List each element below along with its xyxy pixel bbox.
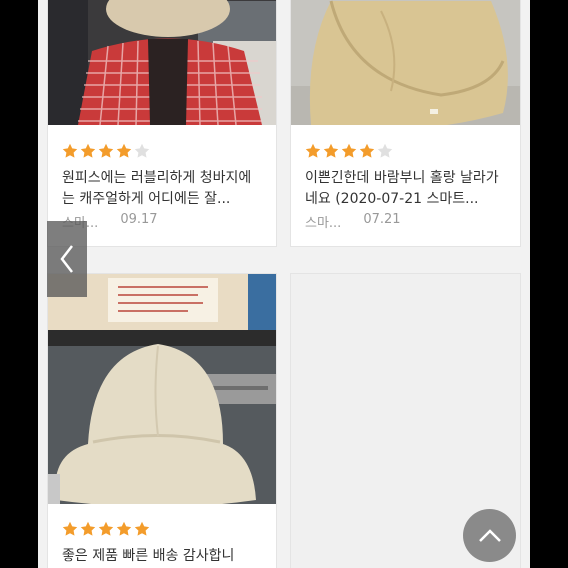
star-icon — [134, 143, 150, 158]
star-icon — [134, 521, 150, 536]
star-icon — [62, 143, 78, 158]
review-author: 스마... — [305, 216, 342, 231]
review-text: 원피스에는 러블리하게 청바지에는 캐주얼하게 어디에든 잘... — [62, 170, 252, 207]
chevron-left-icon — [60, 245, 73, 273]
scroll-top-button[interactable] — [463, 509, 516, 562]
review-date: 07.21 — [363, 212, 401, 227]
star-icon — [377, 143, 393, 158]
star-icon — [116, 143, 132, 158]
review-gallery: 원피스에는 러블리하게 청바지에는 캐주얼하게 어디에든 잘... 스마... … — [38, 0, 530, 568]
prev-button[interactable] — [47, 221, 87, 297]
review-text: 이쁜긴한데 바람부니 홀랑 날라가네요 (2020-07-21 스마트... — [305, 170, 499, 207]
star-icon — [323, 143, 339, 158]
review-photo[interactable] — [48, 274, 276, 504]
star-rating — [305, 143, 393, 159]
review-card[interactable]: 원피스에는 러블리하게 청바지에는 캐주얼하게 어디에든 잘... 스마... … — [47, 0, 277, 247]
star-icon — [116, 521, 132, 536]
star-icon — [341, 143, 357, 158]
review-card[interactable]: 좋은 제품 빠른 배송 감사합니 — [47, 273, 277, 568]
star-icon — [80, 521, 96, 536]
review-text: 좋은 제품 빠른 배송 감사합니 — [62, 548, 235, 564]
star-icon — [98, 521, 114, 536]
review-card[interactable]: 이쁜긴한데 바람부니 홀랑 날라가네요 (2020-07-21 스마트... 스… — [290, 0, 521, 247]
star-icon — [98, 143, 114, 158]
star-icon — [62, 521, 78, 536]
star-rating — [62, 521, 150, 537]
review-meta: 스마... 07.21 — [305, 212, 401, 231]
chevron-up-icon — [478, 528, 501, 542]
star-icon — [359, 143, 375, 158]
star-rating — [62, 143, 150, 159]
star-icon — [305, 143, 321, 158]
review-photo[interactable] — [291, 0, 520, 125]
review-date: 09.17 — [120, 212, 158, 227]
star-icon — [80, 143, 96, 158]
review-photo[interactable] — [48, 0, 276, 125]
